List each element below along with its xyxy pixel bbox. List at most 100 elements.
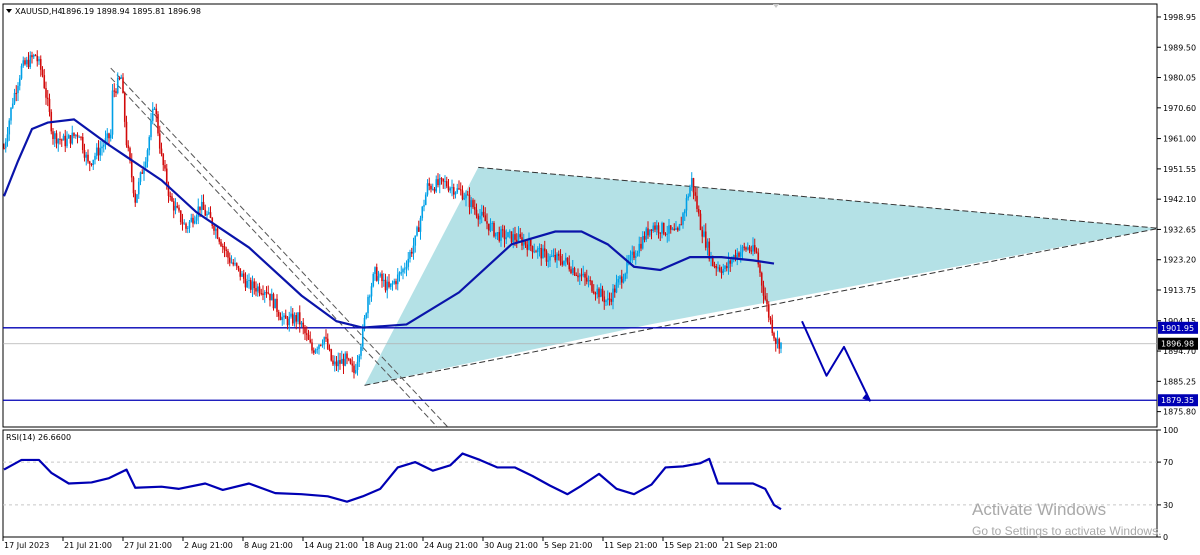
candle-body [221, 246, 224, 248]
candle-body [99, 148, 102, 156]
candle-body [542, 248, 544, 259]
candle-body [113, 90, 116, 92]
candle-body [552, 254, 555, 257]
candle-body [753, 245, 756, 252]
candle-body [300, 322, 303, 325]
candle-body [340, 358, 343, 364]
chart-canvas[interactable]: 1998.95 1989.50 1980.05 1970.60 1961.00 1951.… [0, 0, 1200, 551]
candle-body [526, 244, 529, 250]
candle-body [311, 342, 313, 351]
candle-body [501, 229, 504, 231]
candle-body [38, 59, 40, 62]
candle-body [251, 281, 254, 290]
candle-body [486, 221, 488, 224]
candle-body [59, 138, 61, 140]
candle-body [564, 257, 567, 261]
candle-body [151, 108, 154, 121]
candle-body [771, 319, 774, 333]
candle-body [466, 194, 469, 196]
candle-body [346, 353, 348, 359]
candle-body [297, 312, 299, 322]
candle-body [10, 107, 12, 121]
candle-body [36, 55, 39, 62]
time-tick-label: 21 Sep 21:00 [724, 541, 777, 550]
candle-body [566, 257, 569, 263]
candle-body [319, 344, 322, 346]
candle-body [610, 299, 613, 302]
candle-body [633, 251, 635, 258]
candle-body [106, 133, 109, 139]
price-tick-label: 1913.75 [1163, 286, 1196, 295]
candle-body [57, 138, 60, 144]
candle-body [776, 338, 779, 344]
candle-body [281, 317, 284, 321]
candle-body [463, 198, 466, 200]
candle-body [197, 206, 200, 217]
candle-body [512, 234, 515, 243]
candle-body [349, 359, 352, 364]
candle-body [232, 262, 235, 265]
candle-body [657, 225, 660, 233]
candle-body [402, 269, 404, 273]
candle-body [52, 131, 54, 140]
target-line-price-label: 1879.35 [1161, 396, 1194, 405]
candle-body [258, 286, 261, 294]
candle-body [750, 250, 753, 252]
candle-body [715, 266, 718, 269]
candle-body [260, 293, 263, 295]
candle-body [601, 288, 604, 297]
candle-body [622, 279, 625, 283]
candle-body [517, 234, 520, 242]
candle-body [652, 225, 655, 232]
candle-body [547, 260, 550, 262]
candle-body [332, 360, 334, 365]
candle-body [220, 241, 222, 247]
candle-body [381, 273, 383, 282]
candle-body [375, 267, 378, 281]
candle-body [636, 253, 639, 257]
candle-body [92, 159, 95, 165]
candle-body [778, 338, 781, 349]
price-tick-label: 1932.65 [1163, 225, 1196, 234]
candle-body [157, 114, 159, 134]
candle-body [598, 288, 600, 298]
candle-body [643, 236, 646, 240]
candle-body [717, 267, 719, 269]
candle-body [746, 247, 749, 250]
candle-body [748, 247, 751, 251]
candle-body [482, 211, 485, 216]
candle-body [683, 210, 686, 214]
candle-body [24, 60, 26, 65]
candle-body [713, 266, 716, 268]
candle-body [403, 268, 406, 270]
candle-body [325, 337, 327, 339]
candle-body [514, 234, 516, 240]
candle-body [120, 77, 123, 79]
candle-body [445, 181, 448, 187]
candle-body [468, 194, 471, 208]
candle-body [388, 281, 390, 287]
candle-body [540, 248, 543, 259]
candle-body [216, 228, 219, 239]
trading-chart[interactable]: 1998.95 1989.50 1980.05 1970.60 1961.00 1951.… [0, 0, 1200, 551]
candle-body [286, 318, 289, 326]
candle-body [536, 248, 539, 253]
candle-body [314, 349, 317, 353]
rsi-tick-label: 0 [1163, 533, 1168, 542]
candle-body [472, 200, 474, 208]
candle-body [6, 134, 9, 142]
candle-body [510, 231, 513, 243]
candle-body [428, 183, 431, 186]
candle-body [433, 188, 436, 192]
candle-body [697, 208, 700, 214]
candle-body [451, 187, 453, 189]
candle-body [774, 338, 777, 344]
candle-body [178, 207, 180, 211]
candle-body [673, 228, 676, 230]
candle-body [568, 262, 571, 270]
candle-body [263, 292, 266, 295]
candle-body [421, 206, 424, 219]
candle-body [234, 263, 236, 265]
candle-body [731, 259, 733, 264]
candle-body [318, 344, 320, 349]
